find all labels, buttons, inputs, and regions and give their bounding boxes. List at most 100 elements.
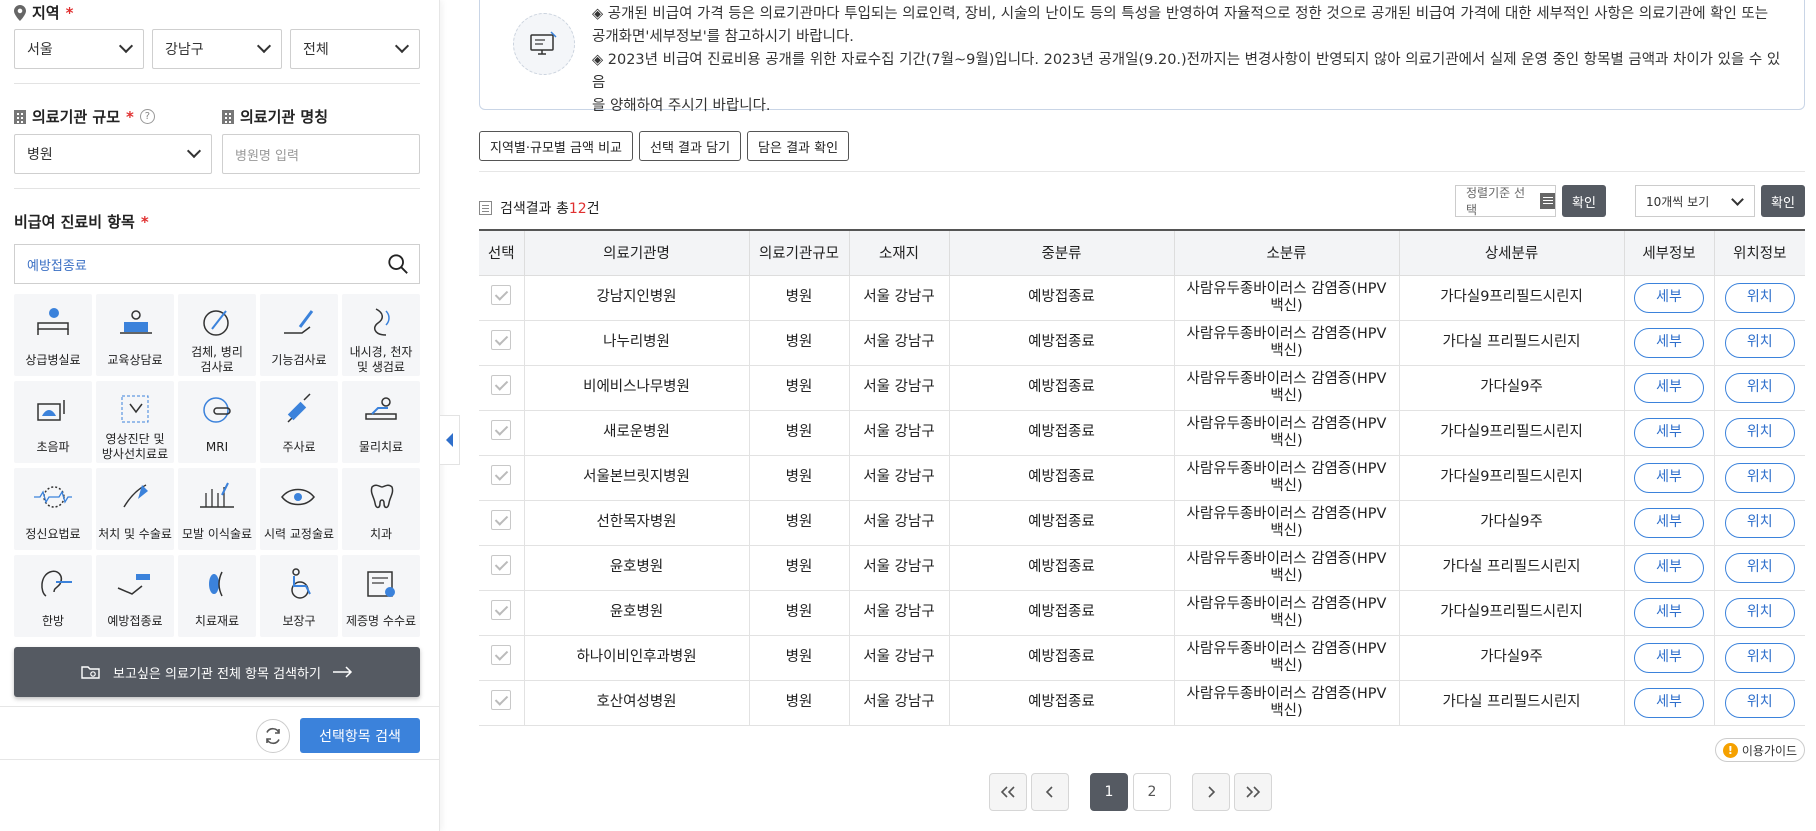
view-saved-results-button[interactable]: 담은 결과 확인 (747, 131, 850, 161)
detail-button[interactable]: 세부 (1634, 462, 1704, 493)
divider (14, 83, 420, 84)
category-tile[interactable]: 정신요법료 (14, 468, 92, 550)
refresh-icon (266, 727, 280, 745)
row-checkbox[interactable] (491, 510, 512, 530)
detail-button[interactable]: 세부 (1634, 372, 1704, 403)
category-tile[interactable]: 예방접종료 (96, 555, 174, 637)
category-tile[interactable]: 한방 (14, 555, 92, 637)
detail-info-cell: 세부 (1624, 365, 1715, 411)
category-tile[interactable]: 상급병실료 (14, 294, 92, 376)
detail-info-cell: 세부 (1624, 500, 1715, 546)
sort-confirm-button[interactable]: 확인 (1562, 185, 1606, 217)
search-all-items-button[interactable]: 보고싶은 의료기관 전체 항목 검색하기 (14, 647, 420, 697)
chevron-right-icon (1208, 786, 1216, 798)
scale-cell: 병원 (749, 590, 850, 636)
help-icon[interactable]: ? (139, 109, 155, 124)
category-tile[interactable]: 검체, 병리 검사료 (178, 294, 256, 376)
row-checkbox[interactable] (491, 465, 512, 485)
row-checkbox[interactable] (491, 600, 512, 620)
category-tile[interactable]: 시력 교정술료 (260, 468, 338, 550)
category-tile[interactable]: 제증명 수수료 (342, 555, 420, 637)
location-button[interactable]: 위치 (1724, 327, 1795, 358)
scale-label-text: 의료기관 규모 (32, 108, 121, 126)
location-button[interactable]: 위치 (1724, 597, 1795, 628)
category-tile[interactable]: 내시경, 천자 및 생검료 (342, 294, 420, 376)
page-1-button[interactable]: 1 (1090, 773, 1128, 811)
category-tile[interactable]: 물리치료 (342, 381, 420, 463)
reset-button[interactable] (256, 719, 290, 753)
row-checkbox[interactable] (491, 285, 512, 305)
result-count: 검색결과 총12건 (479, 198, 600, 218)
compare-by-region-button[interactable]: 지역별·규모별 금액 비교 (479, 131, 633, 161)
first-page-button[interactable] (989, 773, 1027, 811)
row-checkbox[interactable] (491, 375, 512, 395)
location-info-cell: 위치 (1714, 275, 1805, 321)
category-tile[interactable]: 주사료 (260, 381, 338, 463)
col-name: 의료기관명 (524, 229, 750, 276)
prev-page-button[interactable] (1031, 773, 1069, 811)
scale-cell: 병원 (749, 365, 850, 411)
detail-button[interactable]: 세부 (1634, 597, 1704, 628)
category-tile[interactable]: 치과 (342, 468, 420, 550)
category-search-input[interactable]: 예방접종료 (14, 244, 420, 284)
row-checkbox[interactable] (491, 555, 512, 575)
sigungu-select[interactable]: 강남구 (152, 29, 282, 69)
page-2-button[interactable]: 2 (1133, 773, 1171, 811)
add-selected-results-button[interactable]: 선택 결과 담기 (639, 131, 742, 161)
detail-button[interactable]: 세부 (1634, 417, 1704, 448)
hospital-name-cell: 선한목자병원 (524, 500, 750, 546)
result-count-suffix: 건 (586, 201, 600, 217)
row-checkbox[interactable] (491, 645, 512, 665)
detail-button[interactable]: 세부 (1634, 687, 1704, 718)
location-button[interactable]: 위치 (1724, 372, 1795, 403)
detail-button[interactable]: 세부 (1634, 642, 1704, 673)
category-tile[interactable]: 기능검사료 (260, 294, 338, 376)
row-checkbox[interactable] (491, 330, 512, 350)
last-page-button[interactable] (1234, 773, 1272, 811)
next-page-button[interactable] (1192, 773, 1230, 811)
hospital-name-input[interactable]: 병원명 입력 (222, 134, 420, 174)
category-tile[interactable]: 모발 이식술료 (178, 468, 256, 550)
location-button[interactable]: 위치 (1724, 642, 1795, 673)
category-tile[interactable]: 교육상담료 (96, 294, 174, 376)
location-button[interactable]: 위치 (1724, 687, 1795, 718)
select-cell (479, 410, 525, 456)
location-button[interactable]: 위치 (1724, 282, 1795, 313)
detail-button[interactable]: 세부 (1634, 552, 1704, 583)
usage-guide-label: 이용가이드 (1741, 743, 1798, 758)
location-button[interactable]: 위치 (1724, 462, 1795, 493)
category-tile[interactable]: 처치 및 수술료 (96, 468, 174, 550)
detail-button[interactable]: 세부 (1634, 507, 1704, 538)
category-tile[interactable]: 치료재료 (178, 555, 256, 637)
category-tile[interactable]: 초음파 (14, 381, 92, 463)
sido-select[interactable]: 서울 (14, 29, 144, 69)
detail-info-cell: 세부 (1624, 320, 1715, 366)
location-button[interactable]: 위치 (1724, 507, 1795, 538)
region-label-text: 지역 (32, 4, 60, 22)
select-cell (479, 455, 525, 501)
row-checkbox[interactable] (491, 690, 512, 710)
sort-select[interactable]: 정렬기준 선택 (1455, 185, 1556, 217)
category-tile[interactable]: 보장구 (260, 555, 338, 637)
category-tile[interactable]: 영상진단 및 방사선치료료 (96, 381, 174, 463)
category-tile[interactable]: MRI (178, 381, 256, 463)
col-detail-category: 상세분류 (1399, 229, 1625, 276)
eye-icon (281, 488, 315, 506)
detail-button[interactable]: 세부 (1634, 282, 1704, 313)
psychotherapy-icon (34, 486, 72, 508)
search-selected-button[interactable]: 선택항목 검색 (300, 718, 420, 753)
location-button[interactable]: 위치 (1724, 417, 1795, 448)
row-checkbox[interactable] (491, 420, 512, 440)
detail-button[interactable]: 세부 (1634, 327, 1704, 358)
location-cell: 서울 강남구 (849, 545, 950, 591)
page-size-select[interactable]: 10개씩 보기 (1635, 185, 1755, 217)
mid-category-cell: 예방접종료 (949, 635, 1175, 681)
dong-select[interactable]: 전체 (290, 29, 420, 69)
page-size-confirm-button[interactable]: 확인 (1761, 185, 1805, 217)
location-button[interactable]: 위치 (1724, 552, 1795, 583)
category-tile-label: 물리치료 (358, 439, 404, 454)
sidebar-collapse-toggle[interactable] (440, 415, 460, 465)
scale-select[interactable]: 병원 (14, 134, 212, 174)
search-icon[interactable] (387, 253, 409, 275)
usage-guide-button[interactable]: ! 이용가이드 (1715, 738, 1805, 762)
